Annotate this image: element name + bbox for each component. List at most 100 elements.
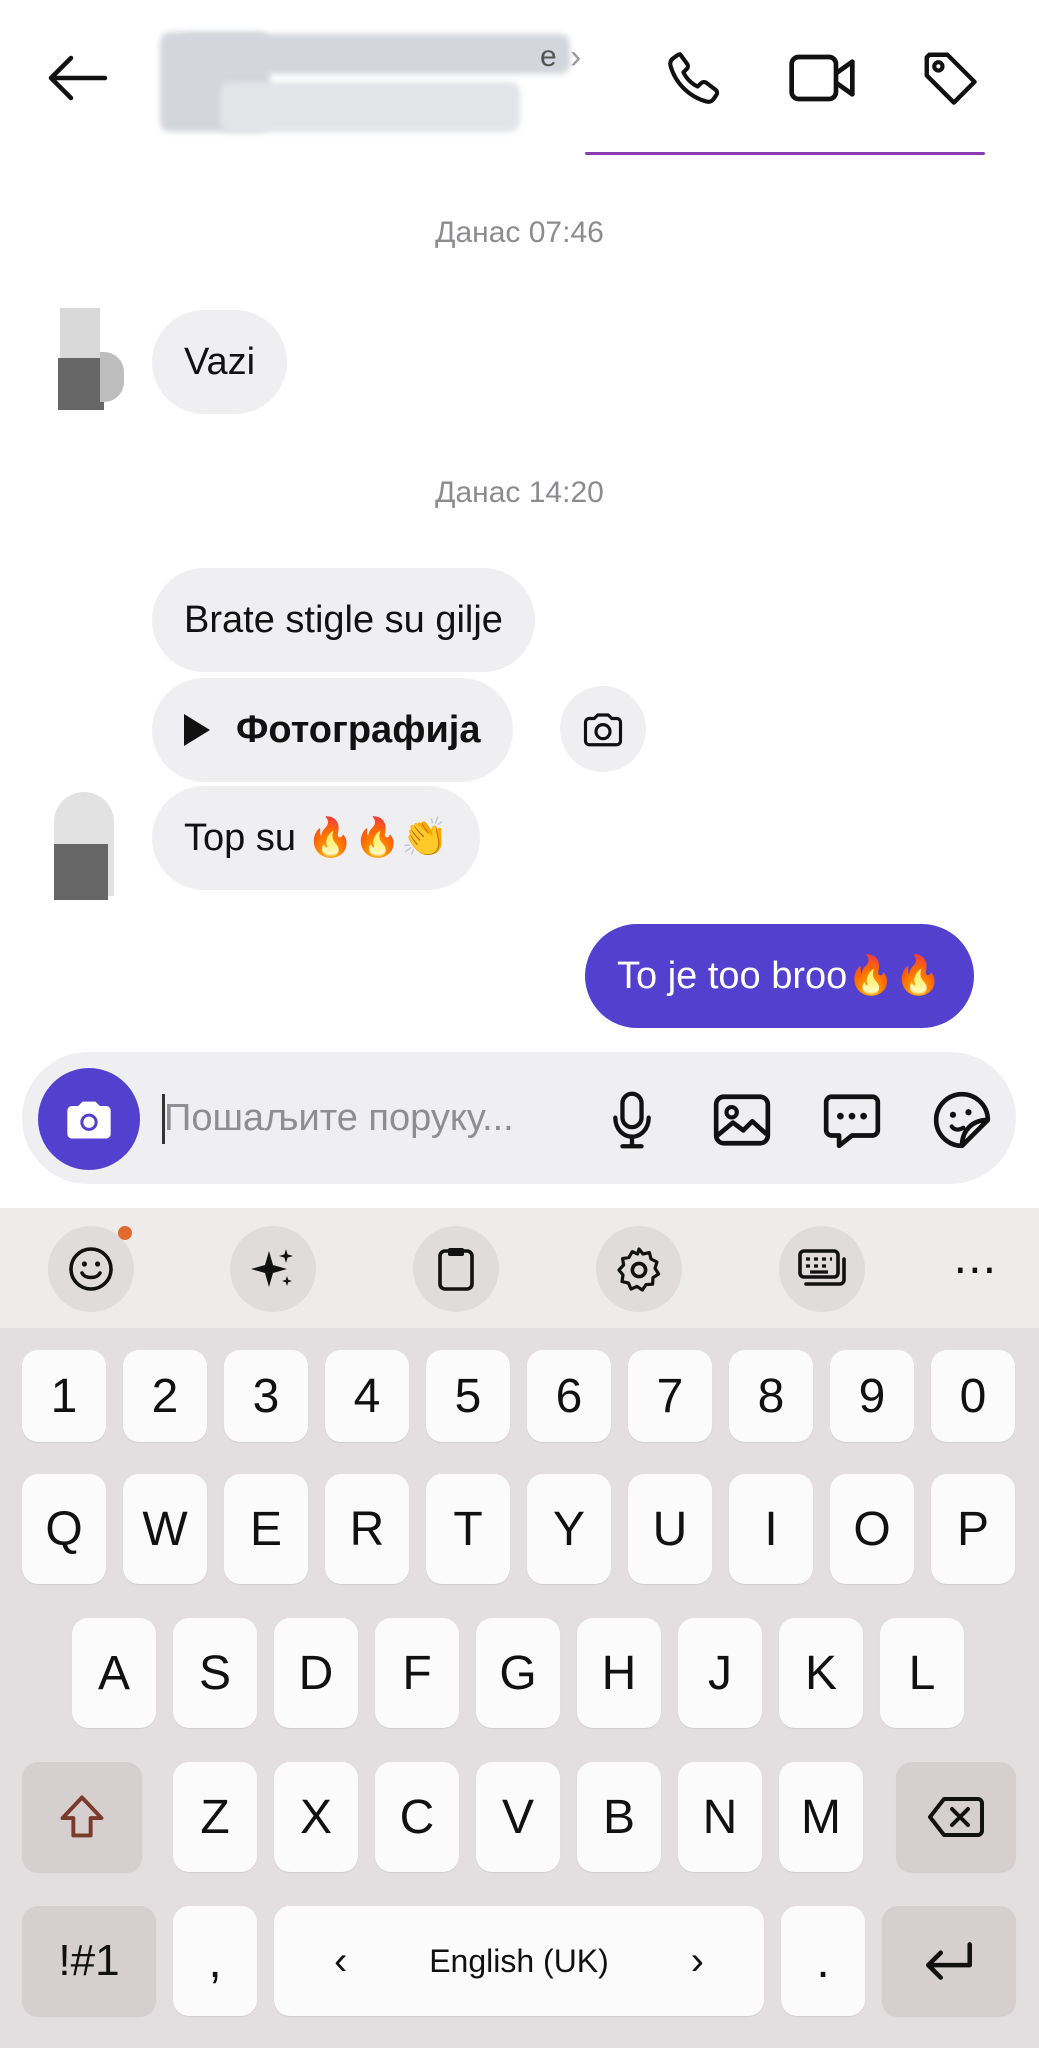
camera-icon xyxy=(583,713,623,747)
key-i[interactable]: I xyxy=(729,1474,813,1584)
space-key[interactable]: ‹ English (UK) › xyxy=(274,1906,764,2016)
key-k[interactable]: K xyxy=(779,1618,863,1728)
key-d[interactable]: D xyxy=(274,1618,358,1728)
notification-dot xyxy=(118,1226,132,1240)
key-u[interactable]: U xyxy=(628,1474,712,1584)
more-icon[interactable]: ⋯ xyxy=(940,1226,1010,1312)
clipboard-button[interactable] xyxy=(413,1226,499,1312)
key-a[interactable]: A xyxy=(72,1618,156,1728)
keyboard-mode-icon xyxy=(798,1249,846,1286)
key-m[interactable]: M xyxy=(779,1762,863,1872)
microphone-icon xyxy=(613,1091,651,1149)
view-photo-button[interactable] xyxy=(560,686,646,772)
sticker-icon xyxy=(933,1091,991,1149)
gallery-icon xyxy=(713,1094,771,1146)
key-p[interactable]: P xyxy=(931,1474,1015,1584)
back-button[interactable] xyxy=(38,42,118,114)
key-e[interactable]: E xyxy=(224,1474,308,1584)
space-language-label: English (UK) xyxy=(429,1942,609,1979)
language-next-icon: › xyxy=(690,1938,704,1983)
key-2[interactable]: 2 xyxy=(123,1350,207,1442)
message-bubble-in[interactable]: Vazi xyxy=(152,310,288,414)
photo-label: Фотографија xyxy=(236,708,481,751)
clipboard-icon xyxy=(438,1248,474,1291)
key-t[interactable]: T xyxy=(426,1474,510,1584)
chevron-right-icon: › xyxy=(570,38,582,76)
key-6[interactable]: 6 xyxy=(527,1350,611,1442)
contact-info[interactable]: e › xyxy=(160,18,582,138)
key-8[interactable]: 8 xyxy=(729,1350,813,1442)
phone-icon xyxy=(668,52,720,104)
call-button[interactable] xyxy=(654,40,734,116)
photo-message-bubble[interactable]: Фотографија xyxy=(152,678,513,782)
key-3[interactable]: 3 xyxy=(224,1350,308,1442)
key-h[interactable]: H xyxy=(577,1618,661,1728)
keyboard: 1 2 3 4 5 6 7 8 9 0 Q W E R T Y U I O P … xyxy=(0,1328,1039,2048)
shift-key[interactable] xyxy=(22,1762,142,1872)
key-r[interactable]: R xyxy=(325,1474,409,1584)
chat-header: e › xyxy=(0,0,1039,160)
key-f[interactable]: F xyxy=(375,1618,459,1728)
message-bubble-in[interactable]: Top su 🔥🔥👏 xyxy=(152,786,481,890)
chat-bubble-icon xyxy=(823,1094,881,1149)
key-w[interactable]: W xyxy=(123,1474,207,1584)
language-prev-icon: ‹ xyxy=(334,1938,348,1983)
timestamp: Данас 14:20 xyxy=(435,476,604,509)
key-v[interactable]: V xyxy=(476,1762,560,1872)
avatar[interactable] xyxy=(30,790,130,900)
key-1[interactable]: 1 xyxy=(22,1350,106,1442)
gallery-button[interactable] xyxy=(702,1082,782,1158)
chat-options-button[interactable] xyxy=(812,1082,892,1158)
emoji-icon xyxy=(69,1247,113,1291)
sticker-button[interactable] xyxy=(922,1082,1002,1158)
keyboard-settings-button[interactable] xyxy=(596,1226,682,1312)
blurred-status xyxy=(220,82,520,132)
video-icon xyxy=(789,54,855,102)
key-5[interactable]: 5 xyxy=(426,1350,510,1442)
key-y[interactable]: Y xyxy=(527,1474,611,1584)
contact-name: e xyxy=(540,40,557,73)
key-q[interactable]: Q xyxy=(22,1474,106,1584)
message-bubble-in[interactable]: Brate stigle su gilje xyxy=(152,568,535,672)
settings-icon xyxy=(617,1247,661,1292)
ai-tools-button[interactable] xyxy=(230,1226,316,1312)
camera-icon xyxy=(67,1101,111,1139)
key-b[interactable]: B xyxy=(577,1762,661,1872)
blurred-name xyxy=(180,34,570,74)
key-x[interactable]: X xyxy=(274,1762,358,1872)
message-input[interactable] xyxy=(164,1082,584,1154)
avatar[interactable] xyxy=(30,302,130,412)
key-l[interactable]: L xyxy=(880,1618,964,1728)
tag-button[interactable] xyxy=(910,40,990,116)
camera-button[interactable] xyxy=(38,1068,140,1170)
play-icon xyxy=(184,714,210,746)
key-c[interactable]: C xyxy=(375,1762,459,1872)
key-o[interactable]: O xyxy=(830,1474,914,1584)
comma-key[interactable]: , xyxy=(173,1906,257,2016)
video-call-button[interactable] xyxy=(782,40,862,116)
arrow-left-icon xyxy=(48,55,108,101)
key-0[interactable]: 0 xyxy=(931,1350,1015,1442)
key-7[interactable]: 7 xyxy=(628,1350,712,1442)
message-bubble-out[interactable]: To je too broo🔥🔥 xyxy=(585,924,974,1028)
key-j[interactable]: J xyxy=(678,1618,762,1728)
key-s[interactable]: S xyxy=(173,1618,257,1728)
voice-message-button[interactable] xyxy=(592,1082,672,1158)
tag-icon xyxy=(924,52,977,105)
key-9[interactable]: 9 xyxy=(830,1350,914,1442)
header-accent-line xyxy=(585,152,985,155)
keyboard-mode-button[interactable] xyxy=(779,1226,865,1312)
sparkle-icon xyxy=(251,1249,293,1287)
backspace-icon xyxy=(928,1797,984,1837)
enter-key[interactable] xyxy=(882,1906,1016,2016)
symbols-key[interactable]: !#1 xyxy=(22,1906,156,2016)
message-composer xyxy=(22,1052,1016,1184)
timestamp: Данас 07:46 xyxy=(435,216,604,249)
period-key[interactable]: . xyxy=(781,1906,865,2016)
key-g[interactable]: G xyxy=(476,1618,560,1728)
shift-icon xyxy=(60,1795,104,1838)
key-z[interactable]: Z xyxy=(173,1762,257,1872)
key-4[interactable]: 4 xyxy=(325,1350,409,1442)
backspace-key[interactable] xyxy=(896,1762,1016,1872)
key-n[interactable]: N xyxy=(678,1762,762,1872)
